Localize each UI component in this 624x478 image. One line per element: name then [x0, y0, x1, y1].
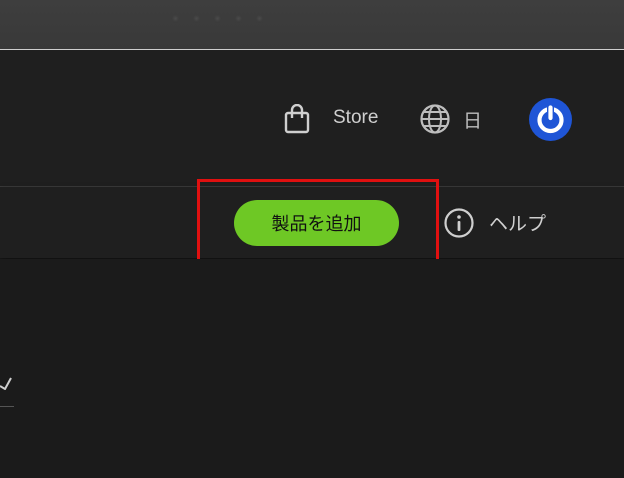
divider — [0, 406, 14, 407]
page: ・・・・・ Store 日 製品を追加 ヘルプ — [0, 0, 624, 478]
checkmark-icon — [0, 377, 12, 390]
add-product-button[interactable]: 製品を追加 — [234, 200, 399, 246]
language-selector[interactable]: 日 — [463, 106, 482, 133]
power-account-icon[interactable] — [529, 98, 572, 141]
shopping-bag-icon[interactable] — [284, 104, 310, 134]
globe-icon[interactable] — [419, 103, 451, 135]
help-link[interactable]: ヘルプ — [489, 209, 546, 236]
info-circle-icon[interactable] — [443, 207, 475, 239]
content-area — [0, 259, 624, 478]
store-link[interactable]: Store — [333, 107, 378, 129]
browser-top-strip: ・・・・・ — [0, 0, 624, 50]
blurred-title: ・・・・・ — [168, 10, 274, 28]
